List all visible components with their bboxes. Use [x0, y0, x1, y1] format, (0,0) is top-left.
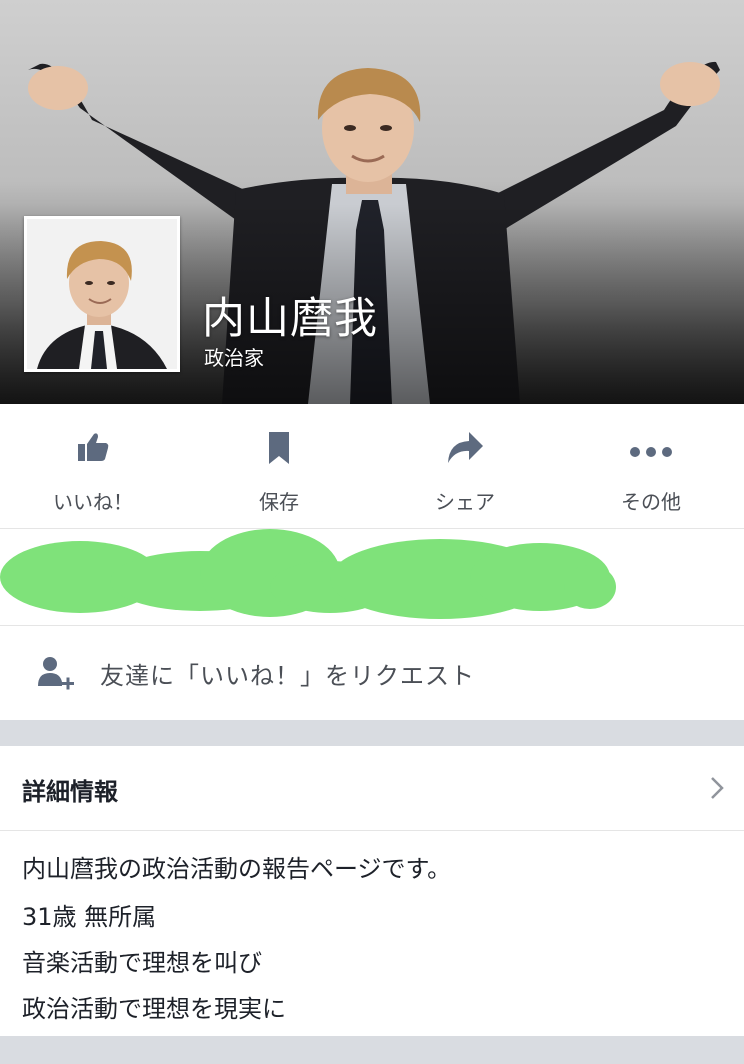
- about-line: 31歳 無所属: [22, 903, 157, 931]
- action-bar: いいね！ 保存 シェア その他: [0, 404, 744, 529]
- more-label: その他: [621, 490, 681, 514]
- about-description: 内山麿我の政治活動の報告ページです。 31歳 無所属 音楽活動で理想を叫び 政治…: [0, 831, 744, 1036]
- redacted-row: [0, 529, 744, 626]
- page-category[interactable]: 政治家: [204, 342, 264, 371]
- save-label: 保存: [259, 490, 299, 514]
- redaction-scribble: [0, 529, 616, 619]
- share-label: シェア: [435, 490, 495, 514]
- about-title: 詳細情報: [22, 778, 118, 806]
- profile-avatar[interactable]: [24, 216, 180, 372]
- section-divider: [0, 720, 744, 746]
- invite-friends-label: 友達に「いいね！」をリクエスト: [100, 662, 475, 690]
- about-section-header[interactable]: 詳細情報: [0, 746, 744, 831]
- like-button[interactable]: いいね！: [0, 404, 186, 528]
- page-title: 内山麿我: [202, 294, 378, 344]
- cover-photo[interactable]: 内山麿我 政治家: [0, 0, 744, 404]
- section-divider: [0, 1036, 744, 1064]
- save-button[interactable]: 保存: [186, 404, 372, 528]
- bookmark-icon: [269, 432, 289, 464]
- add-friend-icon: [38, 657, 74, 690]
- about-line: 内山麿我の政治活動の報告ページです。: [22, 855, 452, 883]
- more-icon: [630, 447, 672, 457]
- thumbs-up-icon: [78, 433, 109, 461]
- about-line: 政治活動で理想を現実に: [22, 995, 286, 1023]
- chevron-right-icon: [711, 777, 724, 799]
- share-button[interactable]: シェア: [372, 404, 558, 528]
- avatar-image: [27, 219, 177, 369]
- more-button[interactable]: その他: [558, 404, 744, 528]
- like-label: いいね！: [53, 490, 133, 514]
- invite-friends-row[interactable]: 友達に「いいね！」をリクエスト: [0, 626, 744, 720]
- about-line: 音楽活動で理想を叫び: [22, 949, 262, 977]
- share-icon: [448, 432, 483, 463]
